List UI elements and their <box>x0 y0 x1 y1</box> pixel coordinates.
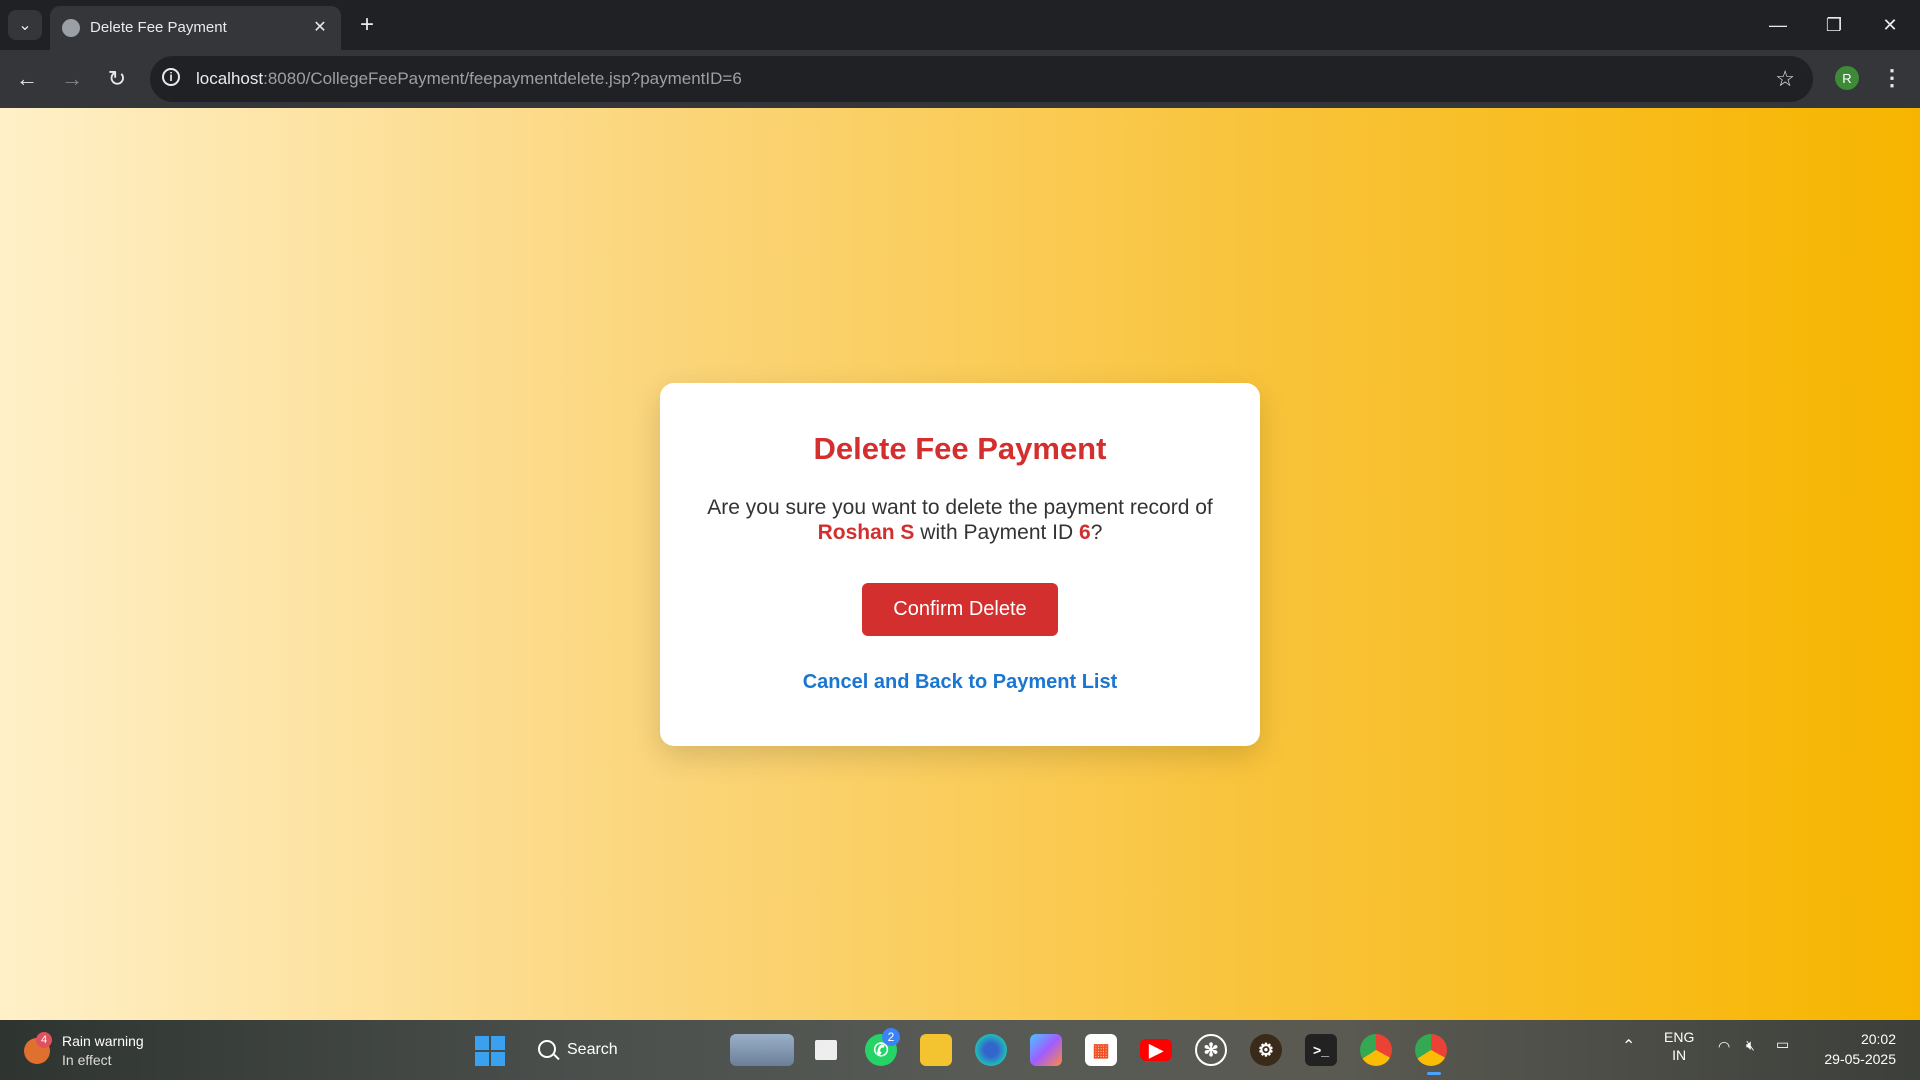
task-view-icon[interactable] <box>815 1040 837 1060</box>
student-name: Roshan S <box>817 521 915 544</box>
copilot-icon[interactable] <box>1030 1034 1062 1066</box>
chrome-icon[interactable] <box>1360 1034 1392 1066</box>
close-tab-icon[interactable]: ✕ <box>309 16 331 38</box>
chatgpt-icon[interactable]: ✻ <box>1195 1034 1227 1066</box>
info-icon[interactable]: i <box>162 68 180 86</box>
confirm-delete-button[interactable]: Confirm Delete <box>862 583 1058 636</box>
address-bar[interactable]: i localhost:8080/CollegeFeePayment/feepa… <box>150 56 1813 102</box>
delete-confirmation-card: Delete Fee Payment Are you sure you want… <box>660 383 1260 746</box>
payment-id: 6 <box>1079 521 1091 544</box>
cancel-link[interactable]: Cancel and Back to Payment List <box>660 671 1260 694</box>
arrow-left-icon: ← <box>16 66 38 91</box>
new-tab-button[interactable]: + <box>352 10 382 40</box>
forward-button[interactable]: → <box>55 62 89 96</box>
store-icon[interactable]: ▦ <box>1085 1034 1117 1066</box>
chrome-profile-icon[interactable] <box>1415 1034 1447 1066</box>
mountain-widget-icon[interactable] <box>730 1034 794 1066</box>
whatsapp-badge: 2 <box>882 1028 900 1046</box>
close-window-button[interactable]: ✕ <box>1862 0 1918 50</box>
restore-button[interactable]: ❐ <box>1806 0 1862 50</box>
chevron-down-icon: ⌄ <box>18 17 32 34</box>
bookmark-star-icon[interactable]: ☆ <box>1775 66 1795 92</box>
page-title: Delete Fee Payment <box>813 431 1107 466</box>
tab-list-button[interactable]: ⌄ <box>8 10 42 40</box>
app-gear-icon[interactable]: ⚙ <box>1250 1034 1282 1066</box>
edge-icon[interactable] <box>975 1034 1007 1066</box>
taskbar: 4 Rain warning In effect Search ✆ 2 ▦ ▶ … <box>0 1020 1920 1080</box>
browser-toolbar: ← → ↻ i localhost:8080/CollegeFeePayment… <box>0 50 1920 108</box>
wifi-icon[interactable]: ◠ <box>1718 1038 1730 1055</box>
battery-icon[interactable]: ▭ <box>1776 1036 1789 1053</box>
globe-icon <box>62 19 80 37</box>
url-text[interactable]: localhost:8080/CollegeFeePayment/feepaym… <box>196 69 742 89</box>
file-explorer-icon[interactable] <box>920 1034 952 1066</box>
terminal-icon[interactable]: >_ <box>1305 1034 1337 1066</box>
kebab-menu-icon[interactable]: ⋮ <box>1880 62 1904 94</box>
arrow-right-icon: → <box>61 66 83 91</box>
weather-badge: 4 <box>36 1032 52 1048</box>
youtube-icon[interactable]: ▶ <box>1140 1039 1172 1061</box>
confirmation-message: Are you sure you want to delete the paym… <box>707 496 1213 544</box>
volume-muted-icon[interactable]: 🔇︎ <box>1746 1037 1755 1054</box>
browser-tab-bar: ⌄ Delete Fee Payment ✕ + — ❐ ✕ <box>0 0 1920 50</box>
minimize-button[interactable]: — <box>1750 0 1806 50</box>
search-icon <box>538 1040 556 1058</box>
profile-avatar[interactable]: R <box>1835 66 1859 90</box>
reload-button[interactable]: ↻ <box>100 62 134 96</box>
active-app-indicator <box>1427 1072 1441 1075</box>
windows-start-icon[interactable] <box>475 1036 505 1066</box>
page-background: Delete Fee Payment Are you sure you want… <box>0 108 1920 1020</box>
taskbar-search[interactable]: Search <box>530 1034 710 1066</box>
back-button[interactable]: ← <box>10 62 44 96</box>
tab-title: Delete Fee Payment <box>90 19 227 36</box>
clock[interactable]: 20:02 29-05-2025 <box>1806 1029 1896 1069</box>
reload-icon: ↻ <box>107 66 127 91</box>
chevron-up-icon[interactable]: ⌃ <box>1622 1036 1635 1056</box>
active-tab[interactable]: Delete Fee Payment ✕ <box>50 6 341 50</box>
language-indicator[interactable]: ENG IN <box>1664 1028 1694 1064</box>
weather-widget[interactable]: 4 Rain warning In effect <box>22 1028 162 1072</box>
